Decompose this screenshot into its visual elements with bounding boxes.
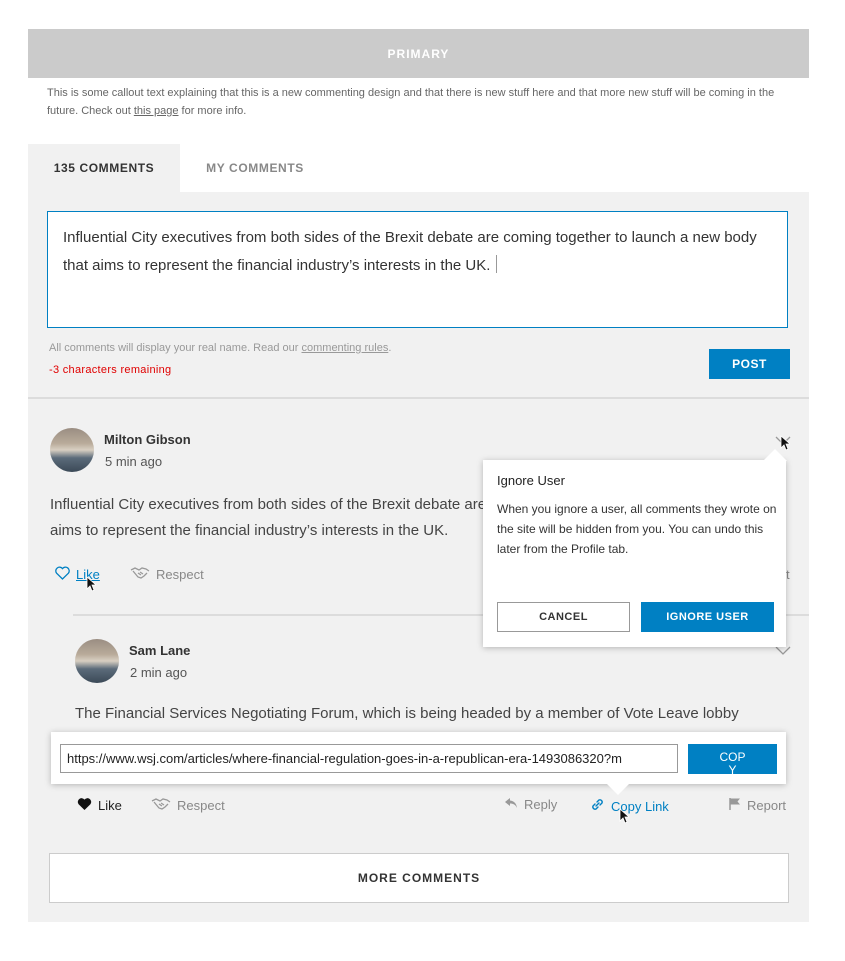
- cancel-button[interactable]: CANCEL: [497, 602, 630, 632]
- respect-button[interactable]: Respect: [151, 797, 225, 814]
- reply-button[interactable]: Reply: [504, 797, 557, 812]
- composer-divider: [28, 397, 809, 399]
- link-url-input[interactable]: [60, 744, 678, 773]
- comment-author[interactable]: Milton Gibson: [104, 432, 191, 447]
- avatar[interactable]: [75, 639, 119, 683]
- respect-label: Respect: [156, 567, 204, 582]
- heart-outline-icon: [55, 566, 70, 583]
- report-button[interactable]: Report: [729, 797, 786, 813]
- comment-input[interactable]: Influential City executives from both si…: [47, 211, 788, 328]
- commenting-rules-link[interactable]: commenting rules: [302, 342, 389, 354]
- comment-input-value: Influential City executives from both si…: [63, 229, 757, 274]
- characters-remaining: -3 characters remaining: [49, 364, 172, 376]
- tab-all-comments[interactable]: 135 COMMENTS: [28, 144, 180, 192]
- handshake-icon: [151, 797, 171, 814]
- commenting-rules-note: All comments will display your real name…: [49, 342, 391, 354]
- like-button[interactable]: Like: [77, 797, 122, 814]
- flag-icon: [729, 797, 741, 813]
- callout-link[interactable]: this page: [134, 105, 179, 117]
- comment-time: 2 min ago: [130, 665, 188, 680]
- report-label-partial: t: [786, 567, 790, 582]
- popover-text: When you ignore a user, all comments the…: [497, 502, 777, 556]
- reply-arrow-icon: [504, 797, 518, 812]
- comment-time: 5 min ago: [105, 454, 163, 469]
- respect-button[interactable]: Respect: [130, 566, 204, 583]
- copy-button[interactable]: COP Y: [688, 744, 777, 774]
- tab-my-comments[interactable]: MY COMMENTS: [180, 144, 330, 192]
- cursor-icon: [619, 808, 631, 829]
- callout-text: This is some callout text explaining tha…: [47, 84, 777, 120]
- rules-suffix: .: [388, 342, 392, 354]
- more-comments-button[interactable]: MORE COMMENTS: [49, 853, 789, 903]
- cursor-icon: [780, 435, 792, 456]
- avatar[interactable]: [50, 428, 94, 472]
- heart-filled-icon: [77, 797, 92, 814]
- popover-arrow: [607, 783, 629, 801]
- rules-prefix: All comments will display your real name…: [49, 342, 302, 354]
- primary-banner: PRIMARY: [28, 29, 809, 78]
- handshake-icon: [130, 566, 150, 583]
- ignore-user-button[interactable]: IGNORE USER: [641, 602, 774, 632]
- cursor-icon: [86, 576, 98, 597]
- reply-label: Reply: [524, 797, 558, 812]
- comment-body: The Financial Services Negotiating Forum…: [75, 705, 739, 722]
- copy-link-button[interactable]: Copy Link: [590, 797, 669, 815]
- callout-text-after: for more info.: [178, 105, 247, 117]
- text-caret: [496, 255, 498, 273]
- comment-author[interactable]: Sam Lane: [129, 643, 190, 658]
- report-label: Report: [747, 797, 787, 813]
- like-label: Like: [98, 798, 122, 813]
- post-button[interactable]: POST: [709, 349, 790, 379]
- link-icon: [590, 797, 605, 815]
- popover-title: Ignore User: [497, 473, 565, 488]
- respect-label: Respect: [177, 798, 225, 813]
